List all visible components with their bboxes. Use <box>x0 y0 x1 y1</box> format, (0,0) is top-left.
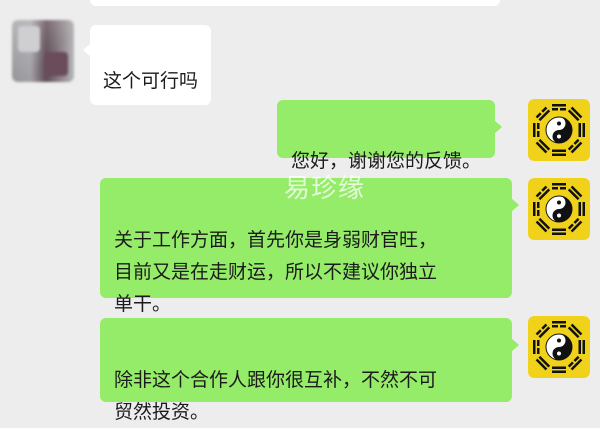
incoming-message-bubble[interactable]: 这个可行吗 <box>82 25 212 105</box>
message-text: 您好，谢谢您的反馈。 <box>291 150 482 172</box>
chat-conversation: 这个可行吗 您好，谢谢您的反馈。 关于工作方面，首先你是身弱财官旺， 目前又是在… <box>0 0 600 423</box>
outgoing-message-bubble[interactable]: 关于工作方面，首先你是身弱财官旺， 目前又是在走财运，所以不建议你独立 单干。 <box>100 178 519 315</box>
outgoing-message-bubble[interactable]: 您好，谢谢您的反馈。 <box>277 100 503 172</box>
bagua-yin-yang-icon <box>528 178 590 240</box>
bagua-yin-yang-icon <box>528 316 590 378</box>
message-text: 关于工作方面，首先你是身弱财官旺， 目前又是在走财运，所以不建议你独立 单干。 <box>114 229 438 315</box>
self-avatar[interactable] <box>528 178 590 240</box>
message-text: 除非这个合作人跟你很互补，不然不可 贸然投资。 <box>114 369 438 423</box>
previous-message-bubble[interactable] <box>90 0 500 6</box>
outgoing-message-bubble[interactable]: 除非这个合作人跟你很互补，不然不可 贸然投资。 <box>100 318 519 423</box>
self-avatar[interactable] <box>528 99 590 161</box>
bagua-yin-yang-icon <box>528 99 590 161</box>
self-avatar[interactable] <box>528 316 590 378</box>
contact-avatar[interactable] <box>12 20 74 82</box>
message-text: 这个可行吗 <box>103 70 199 92</box>
